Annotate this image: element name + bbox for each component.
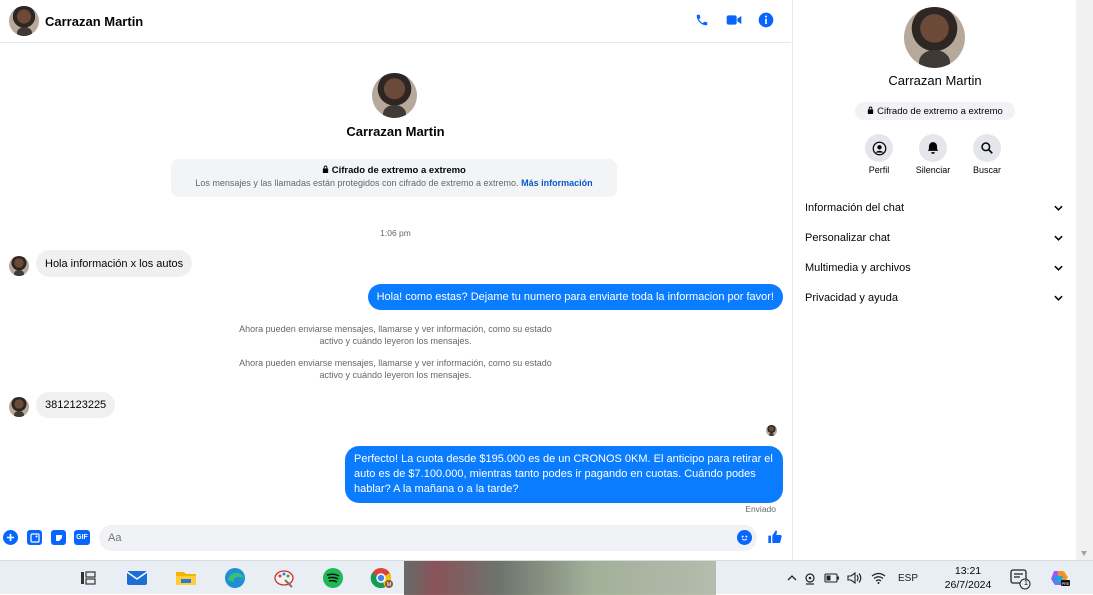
edge-browser-icon[interactable]	[223, 567, 247, 589]
sender-avatar[interactable]	[9, 397, 29, 417]
plus-icon[interactable]	[3, 530, 18, 545]
mail-icon[interactable]	[125, 567, 149, 589]
battery-icon[interactable]	[821, 573, 843, 583]
messenger-window: Carrazan Martin Carrazan Martin Cifrado …	[0, 0, 1093, 560]
gif-icon[interactable]: GIF	[74, 530, 90, 545]
sent-status: Enviado	[745, 504, 776, 514]
panel-contact-name: Carrazan Martin	[888, 73, 982, 88]
mute-label: Silenciar	[915, 165, 951, 175]
read-receipt-avatar	[766, 425, 777, 436]
contact-name[interactable]: Carrazan Martin	[45, 14, 143, 29]
volume-icon[interactable]	[843, 572, 865, 584]
emoji-icon[interactable]	[737, 530, 752, 545]
svg-text:PRE: PRE	[1062, 582, 1070, 586]
search-action[interactable]: Buscar	[962, 134, 1012, 175]
section-privacy-help[interactable]: Privacidad y ayuda	[793, 283, 1077, 313]
profile-action[interactable]: Perfil	[854, 134, 904, 175]
chevron-down-icon	[1054, 232, 1063, 244]
language-indicator[interactable]: ESP	[891, 573, 925, 584]
more-info-link[interactable]: Más información	[521, 178, 593, 188]
lock-icon	[322, 165, 332, 176]
like-thumb-icon[interactable]	[766, 528, 783, 545]
taskbar-clock[interactable]: 13:21 26/7/2024	[938, 564, 998, 592]
chevron-down-icon	[1054, 262, 1063, 274]
search-icon[interactable]	[973, 134, 1001, 162]
profile-label: Perfil	[868, 165, 890, 175]
section-customize-chat[interactable]: Personalizar chat	[793, 223, 1077, 253]
composer: GIF	[0, 522, 791, 552]
phone-call-icon[interactable]	[693, 11, 711, 29]
paint-icon[interactable]	[272, 567, 296, 589]
copilot-icon[interactable]: PRE	[1048, 567, 1072, 589]
contact-avatar-large[interactable]	[372, 73, 417, 118]
mute-action[interactable]: Silenciar	[908, 134, 958, 175]
incoming-message[interactable]: Hola información x los autos	[36, 250, 193, 277]
info-icon[interactable]	[757, 11, 775, 29]
message-thread: Carrazan Martin Cifrado de extremo a ext…	[0, 44, 791, 522]
contact-avatar[interactable]	[9, 6, 39, 36]
notifications-icon[interactable]: 1	[1008, 568, 1032, 590]
taskbar-background-preview	[404, 561, 716, 595]
incoming-message[interactable]: 3812123225	[36, 392, 116, 418]
system-tray: ESP	[785, 561, 925, 595]
chevron-down-icon	[1054, 292, 1063, 304]
outgoing-message[interactable]: Perfecto! La cuota desde $195.000 es de …	[345, 446, 783, 503]
file-explorer-icon[interactable]	[174, 567, 198, 589]
section-chat-info[interactable]: Información del chat	[793, 193, 1077, 223]
header-actions	[693, 11, 775, 29]
scroll-down-arrow-icon[interactable]	[1081, 551, 1087, 556]
encryption-description: Los mensajes y las llamadas están proteg…	[195, 178, 519, 188]
outgoing-message[interactable]: Hola! como estas? Dejame tu numero para …	[367, 284, 783, 310]
spotify-icon[interactable]	[321, 567, 345, 589]
sticker-icon[interactable]	[51, 530, 66, 545]
contact-name-large: Carrazan Martin	[346, 124, 445, 139]
bell-icon[interactable]	[919, 134, 947, 162]
notification-count: 1	[1023, 578, 1029, 587]
sender-avatar[interactable]	[9, 256, 29, 276]
section-media-files[interactable]: Multimedia y archivos	[793, 253, 1077, 283]
photo-icon[interactable]	[27, 530, 42, 545]
wifi-icon[interactable]	[865, 572, 891, 584]
encryption-title: Cifrado de extremo a extremo	[331, 165, 466, 176]
conversation-details-panel: Carrazan Martin Cifrado de extremo a ext…	[792, 0, 1076, 560]
encryption-badge: Cifrado de extremo a extremo	[855, 102, 1015, 120]
chrome-icon[interactable]: M	[370, 567, 394, 589]
svg-text:M: M	[387, 582, 392, 588]
clock-time: 13:21	[954, 565, 982, 577]
webcam-icon[interactable]	[799, 572, 821, 585]
search-label: Buscar	[972, 165, 1001, 175]
task-view-icon[interactable]	[76, 567, 100, 589]
profile-icon[interactable]	[865, 134, 893, 162]
encryption-notice: Cifrado de extremo a extremo Los mensaje…	[171, 159, 617, 197]
chevron-down-icon	[1054, 202, 1063, 214]
video-call-icon[interactable]	[725, 11, 743, 29]
page-scrollbar[interactable]	[1076, 0, 1093, 560]
system-notice: Ahora pueden enviarse mensajes, llamarse…	[239, 358, 552, 380]
windows-taskbar: M ESP 13:21 26/7/2024 1 PRE	[0, 560, 1093, 595]
message-timestamp: 1:06 pm	[380, 228, 411, 238]
panel-sections: Información del chat Personalizar chat M…	[793, 193, 1077, 313]
lock-icon	[867, 106, 874, 117]
system-notice: Ahora pueden enviarse mensajes, llamarse…	[239, 324, 552, 346]
clock-date: 26/7/2024	[944, 579, 992, 591]
chat-header: Carrazan Martin	[0, 0, 791, 43]
message-input[interactable]	[99, 525, 757, 551]
chevron-up-icon[interactable]	[785, 575, 799, 581]
panel-contact-avatar[interactable]	[904, 7, 965, 68]
